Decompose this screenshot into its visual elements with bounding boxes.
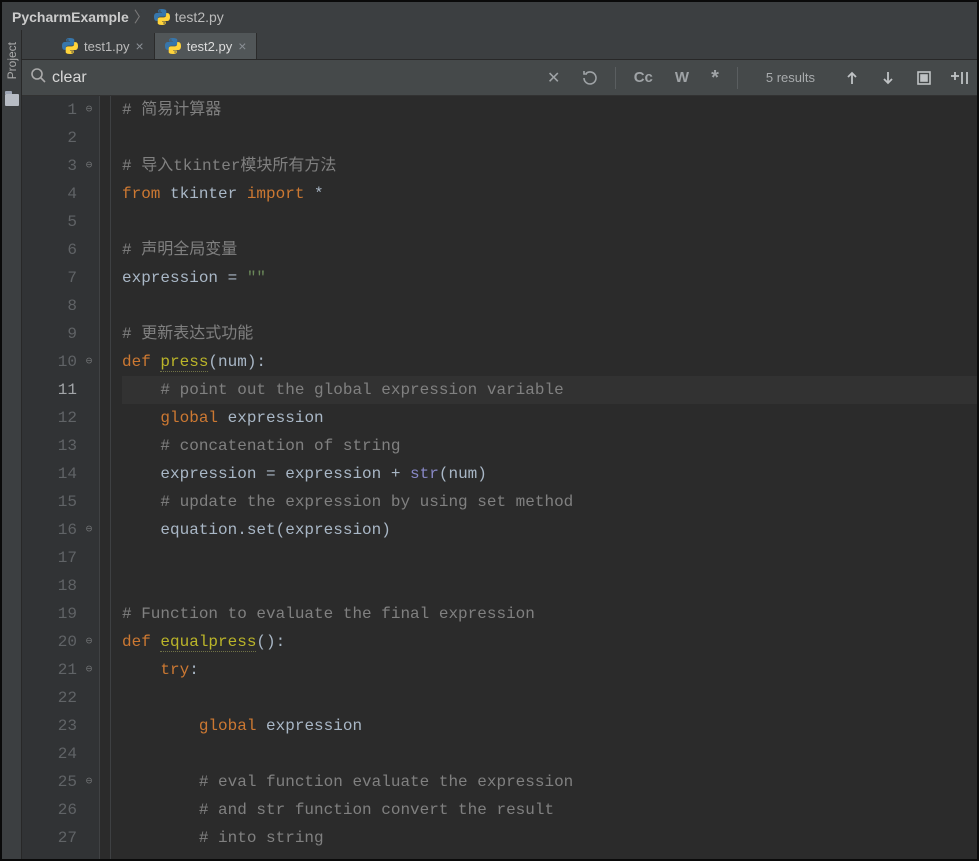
line-number[interactable]: 5 (22, 208, 77, 236)
select-all-icon[interactable] (913, 67, 935, 89)
line-number[interactable]: 21 (22, 656, 77, 684)
fold-toggle-icon[interactable]: ⊖ (83, 524, 95, 536)
project-tool-window-bar: Project (2, 30, 22, 859)
code-area[interactable]: # 简易计算器 # 导入tkinter模块所有方法from tkinter im… (100, 96, 977, 859)
line-number[interactable]: 22 (22, 684, 77, 712)
python-file-icon (165, 38, 181, 54)
code-line[interactable] (122, 292, 977, 320)
editor-tabs: test1.py × test2.py × (22, 30, 977, 60)
results-count: 5 results (766, 70, 815, 85)
code-line[interactable]: global expression (122, 712, 977, 740)
editor-tab[interactable]: test1.py × (52, 33, 155, 59)
fold-toggle-icon[interactable]: ⊖ (83, 664, 95, 676)
code-line[interactable] (122, 124, 977, 152)
line-number[interactable]: 10 (22, 348, 77, 376)
line-number[interactable]: 19 (22, 600, 77, 628)
fold-toggle-icon[interactable]: ⊖ (83, 356, 95, 368)
breadcrumb-separator-icon: 〉 (134, 6, 149, 27)
code-line[interactable]: # 更新表达式功能 (122, 320, 977, 348)
code-line[interactable]: expression = "" (122, 264, 977, 292)
fold-toggle-icon[interactable]: ⊖ (83, 104, 95, 116)
clear-search-icon[interactable]: ✕ (543, 67, 565, 89)
code-editor[interactable]: 1234567891011121314151617181920212223242… (22, 96, 977, 859)
line-number[interactable]: 11 (22, 376, 77, 404)
line-number[interactable]: 15 (22, 488, 77, 516)
code-line[interactable] (122, 740, 977, 768)
line-number[interactable]: 14 (22, 460, 77, 488)
find-bar: ✕ Cc W * 5 results (22, 60, 977, 96)
prev-match-icon[interactable] (841, 67, 863, 89)
code-line[interactable] (122, 544, 977, 572)
close-tab-icon[interactable]: × (238, 39, 246, 53)
line-number[interactable]: 16 (22, 516, 77, 544)
line-number[interactable]: 4 (22, 180, 77, 208)
line-number[interactable]: 25 (22, 768, 77, 796)
line-number[interactable]: 17 (22, 544, 77, 572)
code-line[interactable] (122, 572, 977, 600)
tab-label: test2.py (187, 39, 233, 54)
fold-toggle-icon[interactable]: ⊖ (83, 776, 95, 788)
line-number[interactable]: 7 (22, 264, 77, 292)
next-match-icon[interactable] (877, 67, 899, 89)
code-line[interactable]: equation.set(expression) (122, 516, 977, 544)
code-line[interactable]: from tkinter import * (122, 180, 977, 208)
breadcrumb-file-label: test2.py (175, 9, 224, 25)
tab-label: test1.py (84, 39, 130, 54)
python-file-icon (62, 38, 78, 54)
code-line[interactable]: expression = expression + str(num) (122, 460, 977, 488)
code-line[interactable]: # 简易计算器 (122, 96, 977, 124)
code-line[interactable]: global expression (122, 404, 977, 432)
line-number[interactable]: 6 (22, 236, 77, 264)
code-line[interactable]: # point out the global expression variab… (122, 376, 977, 404)
line-number[interactable]: 13 (22, 432, 77, 460)
code-line[interactable]: def press(num): (122, 348, 977, 376)
line-number[interactable]: 23 (22, 712, 77, 740)
line-number[interactable]: 20 (22, 628, 77, 656)
code-line[interactable] (122, 684, 977, 712)
line-number[interactable]: 18 (22, 572, 77, 600)
separator (615, 67, 616, 89)
regex-toggle[interactable]: * (707, 68, 723, 88)
python-file-icon (154, 9, 170, 25)
gutter[interactable]: 1234567891011121314151617181920212223242… (22, 96, 100, 859)
line-number[interactable]: 2 (22, 124, 77, 152)
code-line[interactable]: # Function to evaluate the final express… (122, 600, 977, 628)
code-line[interactable]: # into string (122, 824, 977, 852)
search-icon (30, 67, 46, 88)
close-tab-icon[interactable]: × (136, 39, 144, 53)
code-line[interactable]: try: (122, 656, 977, 684)
search-history-icon[interactable] (579, 67, 601, 89)
project-tab[interactable]: Project (5, 42, 19, 79)
line-number[interactable]: 9 (22, 320, 77, 348)
line-number[interactable]: 1 (22, 96, 77, 124)
match-case-toggle[interactable]: Cc (630, 69, 657, 86)
fold-toggle-icon[interactable]: ⊖ (83, 160, 95, 172)
line-number[interactable]: 24 (22, 740, 77, 768)
separator (737, 67, 738, 89)
breadcrumb-project[interactable]: PycharmExample (12, 9, 129, 25)
words-toggle[interactable]: W (671, 69, 693, 86)
add-selection-icon[interactable] (949, 67, 971, 89)
editor-area: test1.py × test2.py × ✕ Cc W * 5 results (22, 30, 977, 859)
line-number[interactable]: 3 (22, 152, 77, 180)
code-line[interactable]: # 声明全局变量 (122, 236, 977, 264)
breadcrumb-project-label: PycharmExample (12, 9, 129, 25)
breadcrumb-file[interactable]: test2.py (154, 9, 224, 25)
editor-tab[interactable]: test2.py × (155, 33, 258, 59)
search-input[interactable] (52, 69, 543, 87)
breadcrumb: PycharmExample 〉 test2.py (2, 2, 977, 32)
line-number[interactable]: 8 (22, 292, 77, 320)
code-line[interactable]: # concatenation of string (122, 432, 977, 460)
line-number[interactable]: 26 (22, 796, 77, 824)
code-line[interactable]: # and str function convert the result (122, 796, 977, 824)
code-line[interactable]: # eval function evaluate the expression (122, 768, 977, 796)
line-number[interactable]: 12 (22, 404, 77, 432)
code-line[interactable] (122, 208, 977, 236)
code-line[interactable]: def equalpress(): (122, 628, 977, 656)
code-line[interactable]: # update the expression by using set met… (122, 488, 977, 516)
fold-toggle-icon[interactable]: ⊖ (83, 636, 95, 648)
code-line[interactable]: # 导入tkinter模块所有方法 (122, 152, 977, 180)
line-number[interactable]: 27 (22, 824, 77, 852)
folder-icon[interactable] (5, 93, 19, 111)
